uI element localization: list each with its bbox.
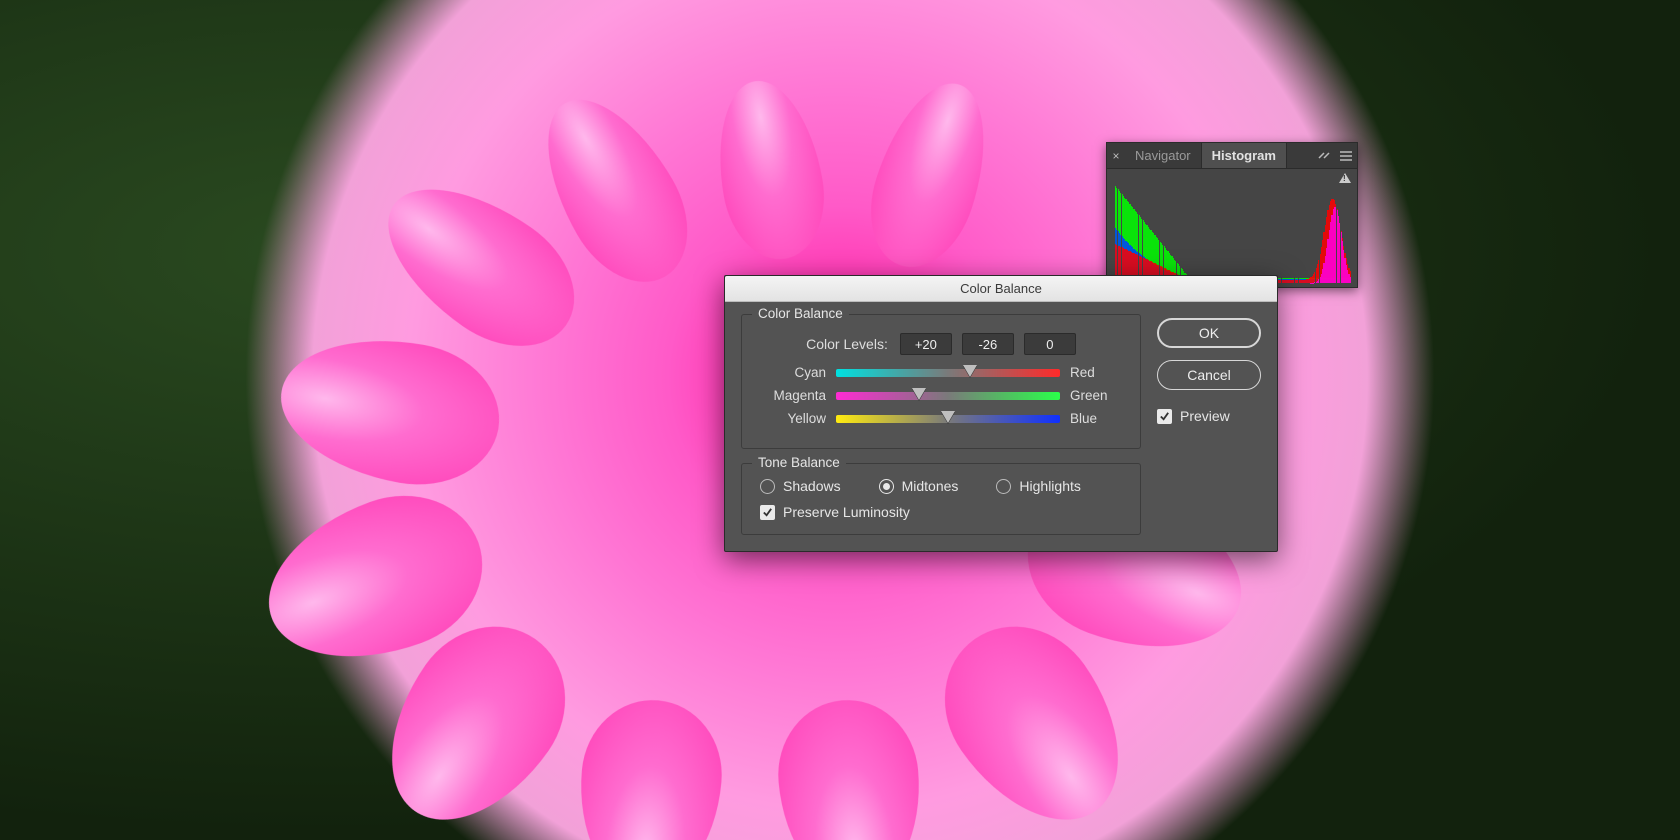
slider-left-label: Yellow: [756, 411, 826, 426]
level-input-1[interactable]: [962, 333, 1014, 355]
preview-label: Preview: [1180, 408, 1230, 424]
preview-checkbox[interactable]: Preview: [1157, 408, 1261, 424]
histogram-chart: [1107, 169, 1357, 287]
group-legend: Color Balance: [752, 306, 849, 321]
histogram-warning-icon[interactable]: [1339, 173, 1351, 183]
image-canvas: × Navigator Histogram Color Balance Colo…: [0, 0, 1680, 840]
color-levels-label: Color Levels:: [806, 336, 888, 352]
color-balance-group: Color Balance Color Levels: Cyan Red Mag…: [741, 314, 1141, 449]
radio-dot-icon: [879, 479, 894, 494]
tone-radio-label: Shadows: [783, 478, 841, 494]
radio-dot-icon: [760, 479, 775, 494]
histogram-panel-header: × Navigator Histogram: [1107, 143, 1357, 169]
collapse-icon[interactable]: [1313, 143, 1335, 168]
panel-menu-icon[interactable]: [1335, 143, 1357, 168]
flower-petal: [772, 694, 928, 840]
group-legend: Tone Balance: [752, 455, 846, 470]
slider-track-1[interactable]: [836, 392, 1060, 400]
slider-thumb-0[interactable]: [963, 365, 977, 377]
slider-left-label: Magenta: [756, 388, 826, 403]
tone-options-row: Shadows Midtones Highlights: [756, 478, 1126, 494]
slider-track-0[interactable]: [836, 369, 1060, 377]
slider-right-label: Red: [1070, 365, 1126, 380]
tone-radio-label: Highlights: [1019, 478, 1080, 494]
tone-radio-highlights[interactable]: Highlights: [996, 478, 1080, 494]
tone-radio-midtones[interactable]: Midtones: [879, 478, 959, 494]
flower-petal: [572, 694, 728, 840]
dialog-title: Color Balance: [725, 276, 1277, 302]
flower-petal: [270, 322, 511, 498]
tab-histogram[interactable]: Histogram: [1202, 143, 1287, 168]
color-levels-row: Color Levels:: [756, 333, 1126, 355]
tone-balance-group: Tone Balance Shadows Midtones Highlights…: [741, 463, 1141, 535]
color-balance-dialog: Color Balance Color Balance Color Levels…: [724, 275, 1278, 552]
level-input-2[interactable]: [1024, 333, 1076, 355]
slider-right-label: Green: [1070, 388, 1126, 403]
tone-radio-shadows[interactable]: Shadows: [760, 478, 841, 494]
flower-petal: [705, 73, 835, 268]
preserve-luminosity-label: Preserve Luminosity: [783, 504, 910, 520]
tab-navigator[interactable]: Navigator: [1125, 143, 1202, 168]
slider-track-2[interactable]: [836, 415, 1060, 423]
preserve-luminosity-checkbox[interactable]: Preserve Luminosity: [756, 504, 1126, 520]
level-input-0[interactable]: [900, 333, 952, 355]
tone-radio-label: Midtones: [902, 478, 959, 494]
slider-left-label: Cyan: [756, 365, 826, 380]
flower-petal: [853, 69, 1007, 281]
slider-thumb-1[interactable]: [912, 388, 926, 400]
ok-button[interactable]: OK: [1157, 318, 1261, 348]
cancel-button[interactable]: Cancel: [1157, 360, 1261, 390]
histogram-panel: × Navigator Histogram: [1106, 142, 1358, 288]
close-icon[interactable]: ×: [1107, 143, 1125, 168]
radio-dot-icon: [996, 479, 1011, 494]
slider-right-label: Blue: [1070, 411, 1126, 426]
slider-thumb-2[interactable]: [941, 411, 955, 423]
